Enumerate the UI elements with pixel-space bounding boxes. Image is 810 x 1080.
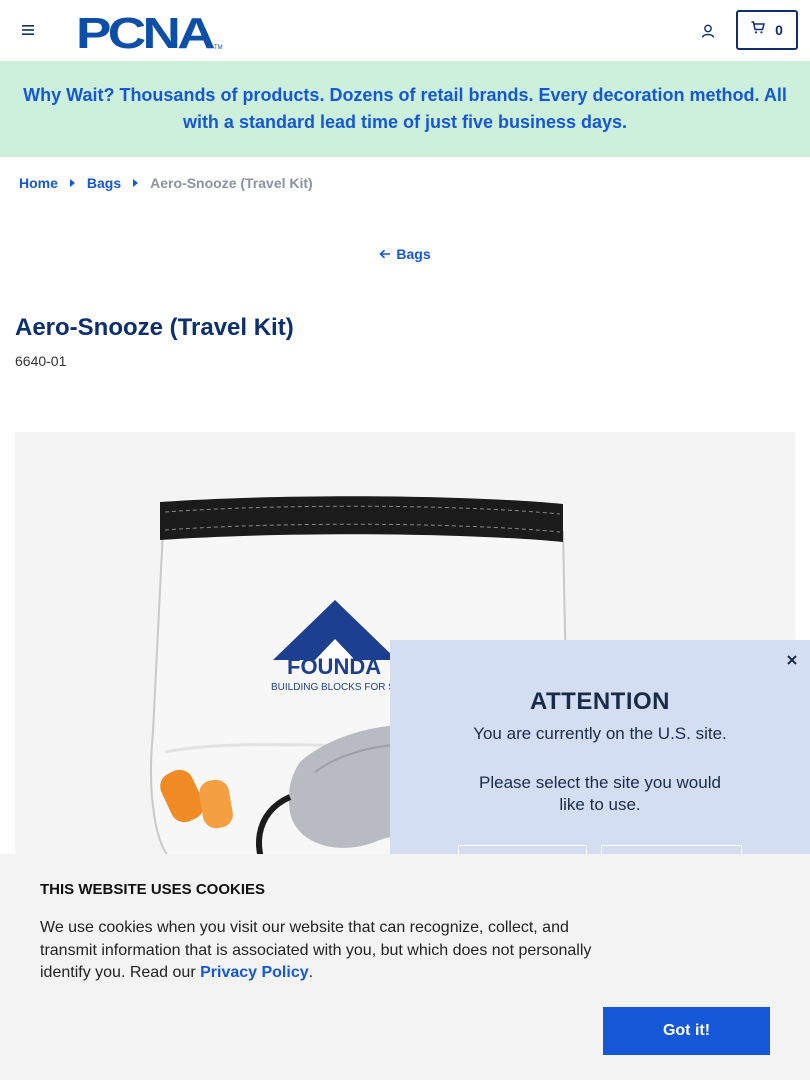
cart-icon bbox=[751, 21, 766, 39]
arrow-left-icon bbox=[379, 246, 391, 262]
product-sku: 6640-01 bbox=[15, 353, 67, 369]
cart-button[interactable]: 0 bbox=[736, 10, 798, 50]
logo-wordmark: PCNA bbox=[76, 11, 215, 51]
site-header: PCNA TM 0 bbox=[0, 0, 810, 61]
breadcrumb: Home Bags Aero-Snooze (Travel Kit) bbox=[19, 175, 313, 191]
close-icon[interactable] bbox=[784, 652, 800, 668]
breadcrumb-separator-icon bbox=[133, 179, 139, 187]
promo-text: Why Wait? Thousands of products. Dozens … bbox=[23, 85, 787, 132]
accept-cookies-button[interactable]: Got it! bbox=[603, 1007, 770, 1055]
cart-count: 0 bbox=[775, 22, 783, 38]
promo-banner: Why Wait? Thousands of products. Dozens … bbox=[0, 61, 810, 157]
account-icon[interactable] bbox=[697, 20, 719, 42]
modal-heading: ATTENTION bbox=[529, 688, 671, 715]
breadcrumb-separator-icon bbox=[69, 179, 75, 187]
modal-select-site-text: Please select the site you would like to… bbox=[479, 773, 721, 814]
cookie-title: THIS WEBSITE USES COOKIES bbox=[40, 881, 266, 898]
cookie-banner: THIS WEBSITE USES COOKIES We use cookies… bbox=[0, 854, 810, 1080]
back-to-bags-link[interactable]: Bags bbox=[0, 246, 810, 262]
logo-trademark: TM bbox=[214, 45, 223, 51]
privacy-policy-link[interactable]: Privacy Policy bbox=[200, 964, 309, 981]
product-title: Aero-Snooze (Travel Kit) bbox=[15, 314, 294, 341]
pcna-logo[interactable]: PCNA TM bbox=[76, 9, 224, 58]
bag-logo-text: FOUNDA bbox=[287, 654, 381, 679]
breadcrumb-bags[interactable]: Bags bbox=[87, 175, 121, 191]
breadcrumb-current: Aero-Snooze (Travel Kit) bbox=[150, 175, 313, 191]
hamburger-menu-icon[interactable] bbox=[18, 20, 38, 40]
modal-current-site-text: You are currently on the U.S. site. bbox=[473, 724, 727, 743]
breadcrumb-home[interactable]: Home bbox=[19, 175, 58, 191]
back-link-label: Bags bbox=[396, 246, 431, 262]
cookie-body: We use cookies when you visit our websit… bbox=[40, 919, 592, 981]
cookie-text: We use cookies when you visit our websit… bbox=[40, 917, 610, 985]
cookie-text-end: . bbox=[308, 964, 314, 981]
